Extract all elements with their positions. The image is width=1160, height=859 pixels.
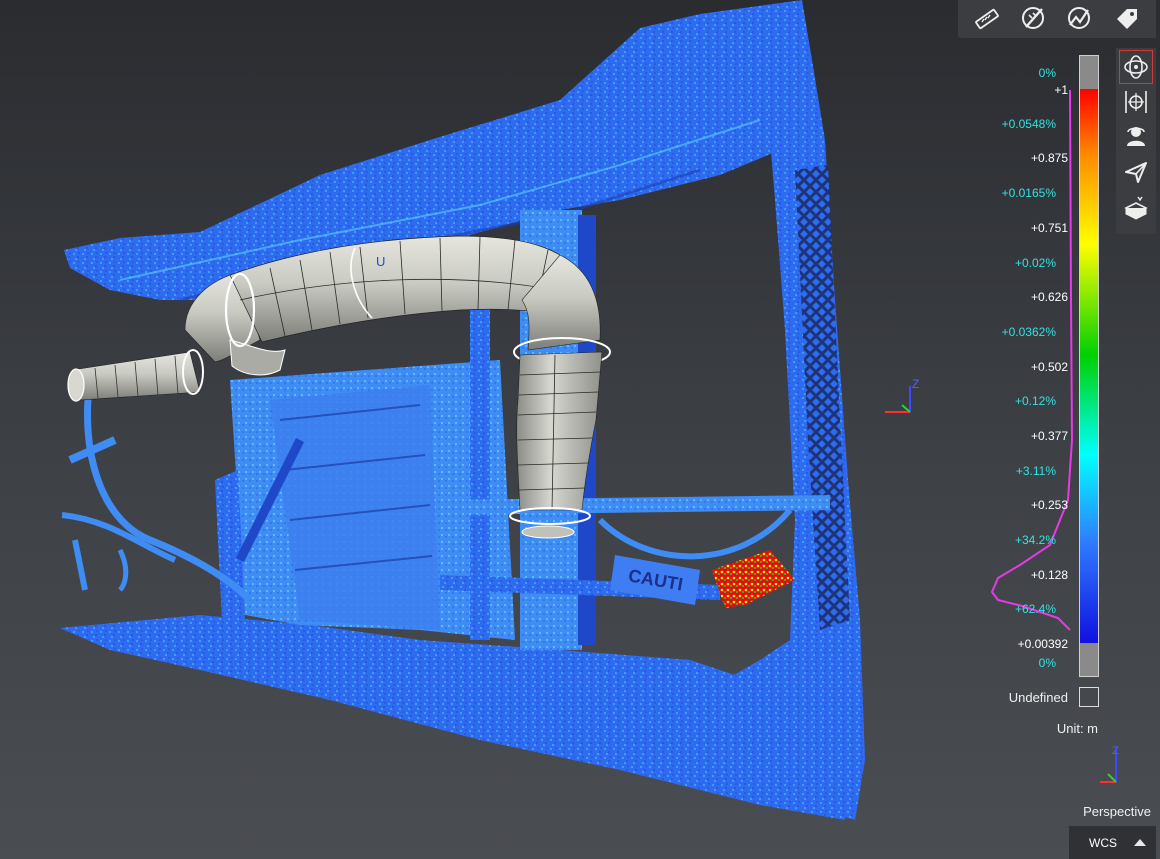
legend-value: +0.00392	[1017, 637, 1068, 651]
unit-label: Unit: m	[1056, 721, 1098, 736]
user-view-button[interactable]	[1119, 120, 1153, 154]
undefined-label: Undefined	[1008, 690, 1068, 705]
legend-top-percent: 0%	[1038, 66, 1056, 80]
undefined-color-swatch[interactable]	[1079, 687, 1099, 707]
legend-percent: +0.02%	[1014, 256, 1056, 270]
pan-target-button[interactable]	[1119, 85, 1153, 119]
deviation-hotspot	[712, 550, 795, 608]
legend-value: +0.128	[1030, 568, 1068, 582]
measure-profile-icon	[1068, 7, 1091, 29]
fly-button[interactable]	[1119, 155, 1153, 189]
legend-value: +1	[1054, 83, 1068, 97]
tag-icon	[1116, 9, 1137, 29]
corner-axis-triad: Z	[1100, 745, 1119, 783]
user-view-icon	[1127, 127, 1145, 146]
measure-profile-button[interactable]	[1064, 3, 1096, 35]
pan-target-icon	[1125, 91, 1147, 113]
ruler-icon	[975, 8, 1000, 30]
navigation-toolbar	[1116, 48, 1156, 234]
ruler-button[interactable]	[971, 3, 1003, 35]
coordinate-system-value: WCS	[1089, 835, 1117, 850]
section-box-icon	[1124, 196, 1148, 220]
svg-text:U: U	[376, 254, 385, 269]
section-box-button[interactable]	[1119, 190, 1153, 224]
measure-toolbar	[958, 0, 1156, 38]
fly-icon	[1125, 162, 1147, 183]
legend-value: +0.875	[1030, 151, 1068, 165]
svg-text:Z: Z	[1112, 745, 1119, 757]
coordinate-system-dropdown[interactable]: WCS	[1069, 826, 1156, 859]
legend-value: +0.253	[1030, 498, 1068, 512]
legend-value: +0.626	[1030, 290, 1068, 304]
orbit-icon	[1124, 55, 1148, 79]
measure-angle-icon	[1021, 7, 1044, 29]
color-scale-bar	[1079, 55, 1099, 677]
legend-percent: +0.0548%	[1001, 117, 1056, 131]
scene-axis-gizmo: Z	[885, 377, 919, 413]
svg-text:Z: Z	[912, 377, 919, 391]
legend-percent: +62.4%	[1014, 602, 1056, 616]
legend-percent: +0.0362%	[1001, 325, 1056, 339]
orbit-button[interactable]	[1119, 50, 1153, 84]
projection-mode-label[interactable]: Perspective	[1040, 804, 1151, 819]
measure-angle-button[interactable]	[1018, 3, 1050, 35]
legend-value: +0.751	[1030, 221, 1068, 235]
legend-bottom-percent: 0%	[1038, 656, 1056, 670]
legend-value: +0.502	[1030, 360, 1068, 374]
floor-cloud	[60, 615, 850, 820]
legend-value: +0.377	[1030, 429, 1068, 443]
tag-button[interactable]	[1111, 3, 1143, 35]
legend-percent: +3.11%	[1015, 464, 1056, 478]
legend-percent: +0.0165%	[1001, 186, 1056, 200]
legend-percent: +0.12%	[1014, 394, 1056, 408]
legend-percent: +34.2%	[1014, 533, 1056, 547]
chevron-up-icon	[1134, 839, 1146, 846]
